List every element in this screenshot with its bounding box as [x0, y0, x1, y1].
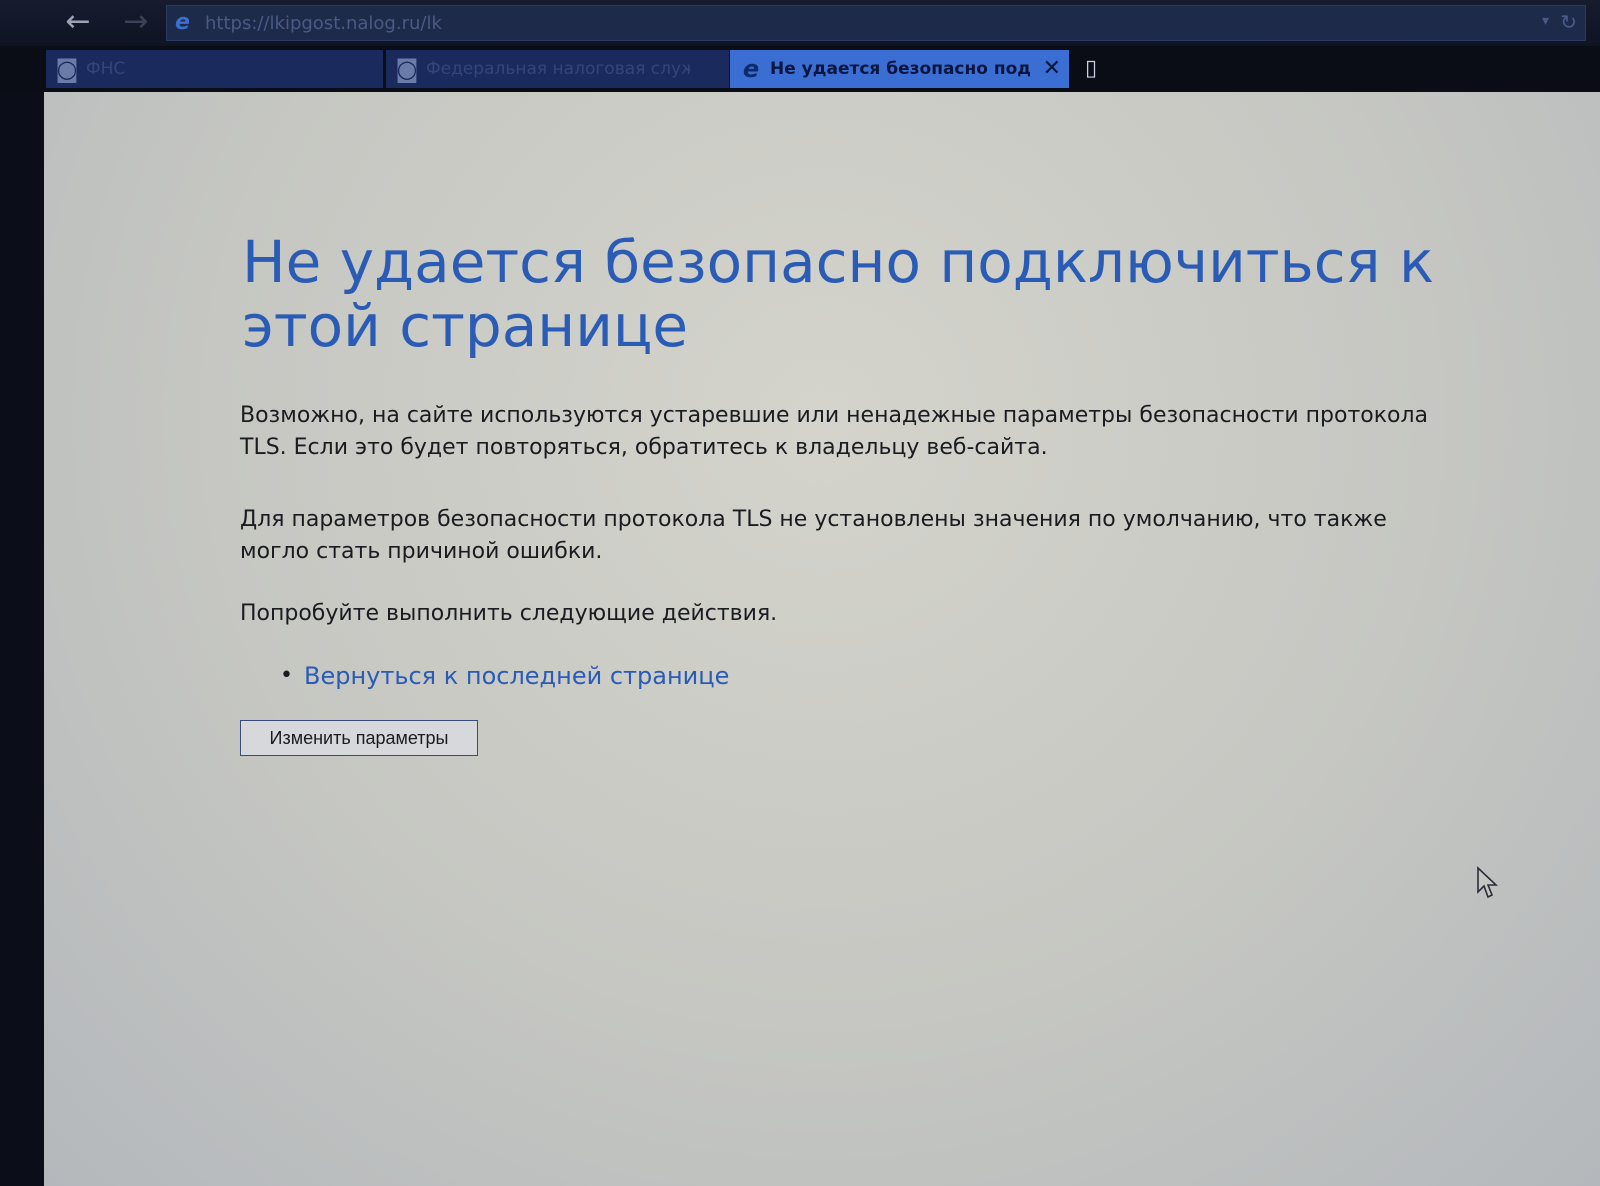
- fns-icon: ◙: [55, 55, 79, 83]
- tab-fns[interactable]: ◙ ФНС: [46, 50, 384, 88]
- error-description: Возможно, на сайте используются устаревш…: [240, 403, 1429, 460]
- tab-title: Федеральная налоговая служ...: [426, 59, 690, 79]
- mouse-cursor-icon: [1477, 866, 1498, 899]
- tab-strip: ◙ ФНС ◙ Федеральная налоговая служ... e …: [0, 46, 1600, 92]
- page-title: Не удается безопасно подключиться к этой…: [242, 228, 1434, 360]
- list-item: • Вернуться к последней странице: [280, 658, 729, 694]
- change-settings-button[interactable]: Изменить параметры: [240, 720, 478, 756]
- forward-button[interactable]: →: [112, 4, 160, 40]
- suggestion-heading: Попробуйте выполнить следующие действия.: [240, 601, 778, 626]
- back-arrow-icon: ←: [65, 4, 91, 39]
- navigation-bar: ← → e https://lkipgost.nalog.ru/lk ▾ ↻: [0, 0, 1600, 46]
- tab-federal-tax-service[interactable]: ◙ Федеральная налоговая служ...: [386, 50, 730, 88]
- tab-title: Не удается безопасно под...: [770, 59, 1032, 79]
- chevron-down-icon[interactable]: ▾: [1542, 13, 1549, 29]
- tab-error-active[interactable]: e Не удается безопасно под... ✕: [730, 50, 1070, 88]
- action-list: • Вернуться к последней странице: [280, 658, 729, 694]
- tls-settings-note: Для параметров безопасности протокола TL…: [240, 507, 1387, 564]
- screen: ← → e https://lkipgost.nalog.ru/lk ▾ ↻ ◙…: [0, 0, 1600, 1186]
- bullet: •: [280, 663, 293, 688]
- back-button[interactable]: ←: [54, 4, 102, 40]
- ie-icon: e: [175, 10, 190, 35]
- address-bar[interactable]: e https://lkipgost.nalog.ru/lk ▾ ↻: [166, 5, 1586, 41]
- new-tab-icon[interactable]: ▯: [1078, 54, 1104, 84]
- forward-arrow-icon: →: [123, 4, 149, 39]
- close-icon[interactable]: ✕: [1043, 56, 1061, 82]
- ie-icon: e: [742, 55, 760, 83]
- refresh-icon[interactable]: ↻: [1560, 10, 1577, 34]
- go-back-link[interactable]: Вернуться к последней странице: [304, 662, 729, 690]
- tab-title: ФНС: [86, 59, 126, 79]
- error-page: Не удается безопасно подключиться к этой…: [44, 92, 1600, 1186]
- fns-icon: ◙: [395, 55, 419, 83]
- address-url[interactable]: https://lkipgost.nalog.ru/lk: [205, 13, 442, 34]
